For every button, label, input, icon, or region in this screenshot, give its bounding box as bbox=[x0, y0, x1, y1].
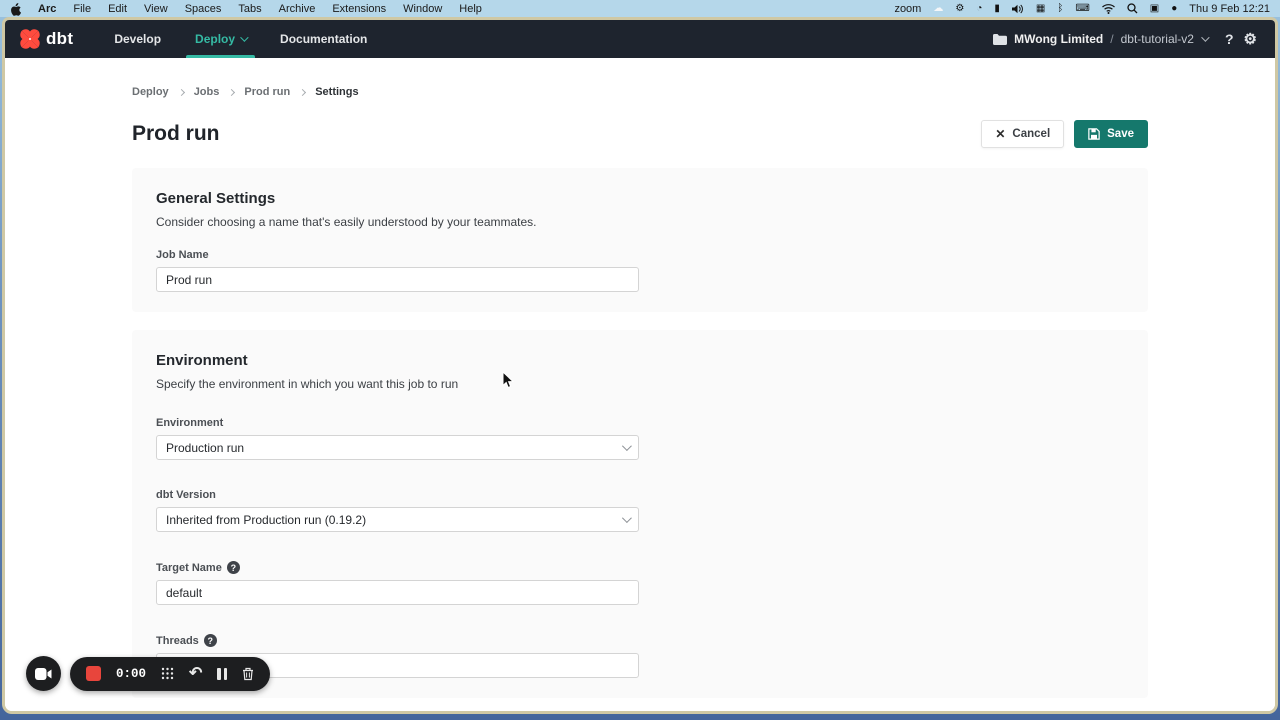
stop-recording-button[interactable] bbox=[86, 666, 101, 681]
breadcrumb-settings: Settings bbox=[315, 86, 358, 98]
target-name-help-icon[interactable]: ? bbox=[227, 561, 240, 574]
target-name-input[interactable]: default bbox=[156, 580, 639, 605]
target-name-label: Target Name bbox=[156, 562, 222, 574]
camera-button[interactable] bbox=[26, 656, 61, 691]
menu-view[interactable]: View bbox=[144, 3, 168, 15]
pause-recording-icon[interactable] bbox=[217, 668, 227, 680]
restart-recording-icon[interactable]: ↶ bbox=[189, 666, 202, 682]
dbt-logo-text: dbt bbox=[46, 29, 73, 49]
folder-icon bbox=[993, 34, 1007, 45]
dbt-app-header: dbt Develop Deploy Documentation MWong L… bbox=[5, 20, 1275, 58]
environment-card: Environment Specify the environment in w… bbox=[132, 330, 1148, 698]
nav-deploy[interactable]: Deploy bbox=[182, 20, 259, 58]
keyboard-input-icon[interactable]: ⌨ bbox=[1075, 4, 1089, 14]
breadcrumb-prod-run[interactable]: Prod run bbox=[244, 86, 290, 98]
gear-status-icon[interactable]: ⚙ bbox=[955, 4, 964, 14]
chevron-down-icon bbox=[240, 33, 248, 41]
clock-status-icon[interactable]: ◔ bbox=[976, 4, 982, 14]
volume-icon[interactable] bbox=[1012, 4, 1024, 14]
environment-select-value: Production run bbox=[166, 441, 244, 455]
help-icon[interactable]: ? bbox=[1225, 31, 1234, 47]
environment-select-label: Environment bbox=[156, 417, 1124, 429]
account-project-switcher[interactable]: MWong Limited / dbt-tutorial-v2 bbox=[993, 32, 1207, 46]
chevron-right-icon bbox=[178, 88, 185, 95]
environment-select[interactable]: Production run bbox=[156, 435, 639, 460]
nav-develop[interactable]: Develop bbox=[101, 20, 174, 58]
job-name-input[interactable]: Prod run bbox=[156, 267, 639, 292]
screen-recorder-widget: 0:00 ↶ bbox=[26, 656, 270, 691]
threads-label: Threads bbox=[156, 635, 199, 647]
search-icon[interactable] bbox=[1127, 3, 1138, 14]
job-name-label: Job Name bbox=[156, 249, 1124, 261]
breadcrumb-deploy[interactable]: Deploy bbox=[132, 86, 169, 98]
record-status-icon[interactable]: ● bbox=[1171, 4, 1177, 14]
menu-spaces[interactable]: Spaces bbox=[185, 3, 222, 15]
calendar-icon[interactable]: ▦ bbox=[1036, 4, 1045, 14]
environment-description: Specify the environment in which you wan… bbox=[156, 377, 1124, 391]
drag-handle-icon[interactable] bbox=[161, 667, 174, 680]
wifi-icon[interactable] bbox=[1102, 4, 1115, 14]
environment-title: Environment bbox=[156, 352, 1124, 369]
nav-develop-label: Develop bbox=[114, 32, 161, 46]
save-floppy-icon bbox=[1088, 128, 1100, 140]
delete-recording-icon[interactable] bbox=[242, 667, 254, 681]
cancel-label: Cancel bbox=[1012, 128, 1050, 140]
project-name: dbt-tutorial-v2 bbox=[1121, 32, 1194, 46]
close-icon: ✕ bbox=[995, 127, 1005, 141]
cloud-icon[interactable]: ☁ bbox=[933, 4, 943, 14]
settings-gear-icon[interactable]: ⚙ bbox=[1244, 30, 1257, 48]
nav-documentation-label: Documentation bbox=[280, 32, 367, 46]
menu-arc[interactable]: Arc bbox=[38, 3, 56, 15]
dbt-logo[interactable]: dbt bbox=[19, 20, 73, 58]
chevron-right-icon bbox=[228, 88, 235, 95]
breadcrumb-jobs[interactable]: Jobs bbox=[194, 86, 220, 98]
chevron-down-icon bbox=[622, 441, 632, 451]
recording-timer: 0:00 bbox=[116, 667, 146, 681]
menu-window[interactable]: Window bbox=[403, 3, 442, 15]
save-label: Save bbox=[1107, 128, 1134, 140]
account-separator: / bbox=[1110, 32, 1113, 46]
menu-zoom-app[interactable]: zoom bbox=[894, 3, 921, 15]
menu-archive[interactable]: Archive bbox=[279, 3, 316, 15]
menu-help[interactable]: Help bbox=[459, 3, 482, 15]
apple-logo-icon[interactable] bbox=[10, 3, 21, 15]
dbt-version-select[interactable]: Inherited from Production run (0.19.2) bbox=[156, 507, 639, 532]
macos-menubar: Arc File Edit View Spaces Tabs Archive E… bbox=[0, 0, 1280, 17]
menu-tabs[interactable]: Tabs bbox=[238, 3, 261, 15]
dbt-logo-icon bbox=[19, 28, 41, 50]
browser-window: dbt Develop Deploy Documentation MWong L… bbox=[2, 17, 1278, 714]
menu-file[interactable]: File bbox=[73, 3, 91, 15]
account-name: MWong Limited bbox=[1014, 32, 1103, 46]
nav-deploy-label: Deploy bbox=[195, 32, 235, 46]
battery-icon[interactable]: ▮ bbox=[994, 4, 1000, 14]
save-button[interactable]: Save bbox=[1074, 120, 1148, 148]
general-settings-title: General Settings bbox=[156, 190, 1124, 207]
cancel-button[interactable]: ✕ Cancel bbox=[981, 120, 1064, 148]
job-settings-page: Deploy Jobs Prod run Settings Prod run ✕… bbox=[5, 58, 1275, 711]
dbt-version-value: Inherited from Production run (0.19.2) bbox=[166, 513, 366, 527]
menu-edit[interactable]: Edit bbox=[108, 3, 127, 15]
menubar-clock[interactable]: Thu 9 Feb 12:21 bbox=[1189, 3, 1270, 15]
chevron-down-icon bbox=[1201, 33, 1209, 41]
breadcrumb: Deploy Jobs Prod run Settings bbox=[132, 86, 1148, 98]
general-settings-card: General Settings Consider choosing a nam… bbox=[132, 168, 1148, 312]
display-icon[interactable]: ▣ bbox=[1150, 4, 1159, 14]
video-camera-icon bbox=[35, 668, 52, 680]
dbt-version-label: dbt Version bbox=[156, 489, 1124, 501]
recorder-toolbar: 0:00 ↶ bbox=[70, 657, 270, 691]
main-nav: Develop Deploy Documentation bbox=[101, 20, 380, 58]
general-settings-description: Consider choosing a name that's easily u… bbox=[156, 215, 1124, 229]
bluetooth-icon[interactable]: ᛒ bbox=[1057, 4, 1063, 14]
threads-help-icon[interactable]: ? bbox=[204, 634, 217, 647]
menu-extensions[interactable]: Extensions bbox=[332, 3, 386, 15]
nav-documentation[interactable]: Documentation bbox=[267, 20, 380, 58]
chevron-right-icon bbox=[299, 88, 306, 95]
chevron-down-icon bbox=[622, 513, 632, 523]
page-title: Prod run bbox=[132, 122, 220, 146]
